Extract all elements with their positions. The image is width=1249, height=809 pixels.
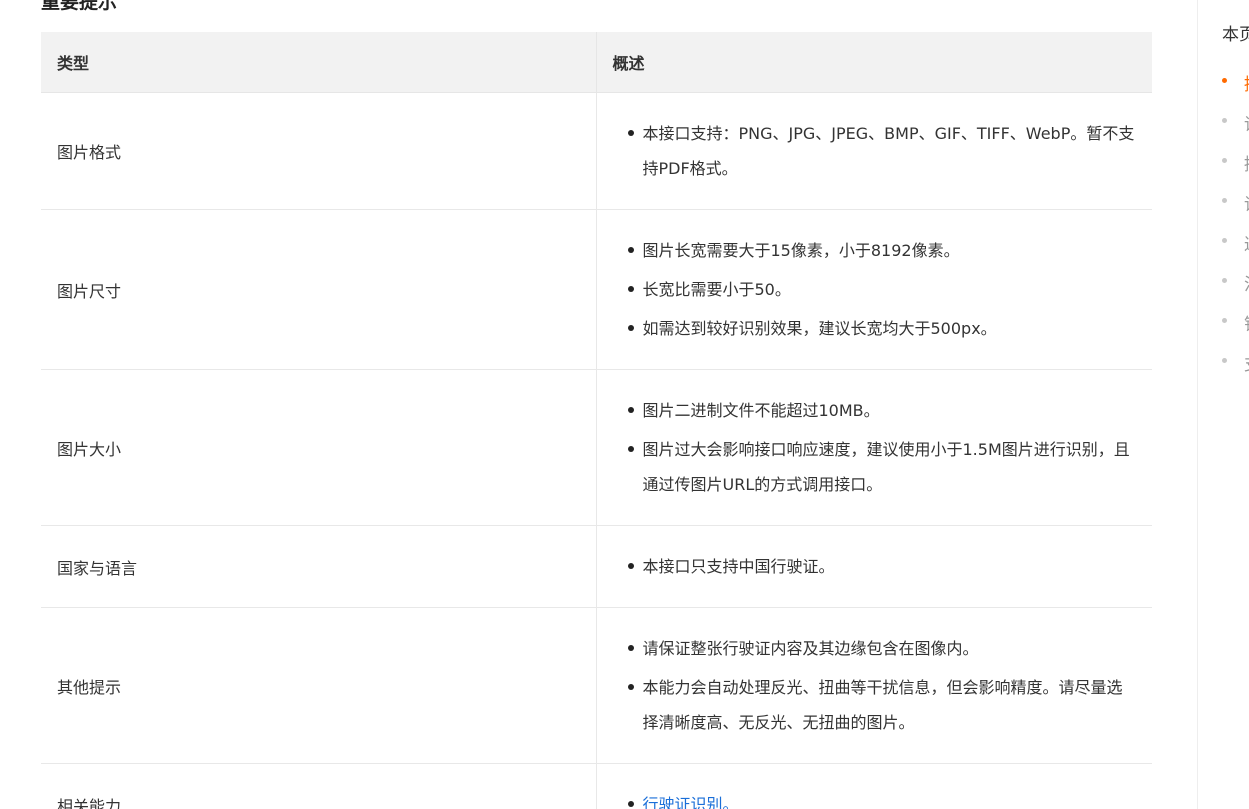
row-type: 国家与语言	[41, 525, 596, 608]
table-row: 国家与语言 本接口只支持中国行驶证。	[41, 525, 1152, 608]
toc-bullet-icon	[1222, 78, 1227, 83]
section-title: 重要提示	[41, 0, 118, 13]
table-row: 图片大小 图片二进制文件不能超过10MB。 图片过大会影响接口响应速度，建议使用…	[41, 369, 1152, 526]
toc-item[interactable]: 支	[1222, 350, 1249, 375]
row-type: 其他提示	[41, 607, 596, 764]
toc-item[interactable]: 接	[1222, 150, 1249, 175]
toc-item[interactable]: 返	[1222, 230, 1249, 255]
row-type: 图片大小	[41, 369, 596, 526]
table-row: 图片尺寸 图片长宽需要大于15像素，小于8192像素。 长宽比需要小于50。 如…	[41, 209, 1152, 370]
toc-item[interactable]: 注	[1222, 270, 1249, 295]
toc-bullet-icon	[1222, 358, 1227, 363]
toc-item[interactable]: 请	[1222, 190, 1249, 215]
row-type: 图片格式	[41, 92, 596, 210]
tips-table: 类型 概述 图片格式 本接口支持：PNG、JPG、JPEG、BMP、GIF、TI…	[41, 32, 1152, 809]
list-item: 行驶证识别。	[627, 787, 1137, 809]
list-item: 图片过大会影响接口响应速度，建议使用小于1.5M图片进行识别，且通过传图片URL…	[627, 432, 1137, 502]
table-row: 其他提示 请保证整张行驶证内容及其边缘包含在图像内。 本能力会自动处理反光、扭曲…	[41, 607, 1152, 764]
row-type: 图片尺寸	[41, 209, 596, 370]
toc-bullet-icon	[1222, 158, 1227, 163]
related-capability-link[interactable]: 行驶证识别。	[643, 795, 739, 809]
list-item: 本能力会自动处理反光、扭曲等干扰信息，但会影响精度。请尽量选择清晰度高、无反光、…	[627, 670, 1137, 740]
list-item: 本接口只支持中国行驶证。	[627, 549, 1137, 584]
toc-bullet-icon	[1222, 278, 1227, 283]
toc-item[interactable]: 请	[1222, 110, 1249, 135]
table-row: 图片格式 本接口支持：PNG、JPG、JPEG、BMP、GIF、TIFF、Web…	[41, 92, 1152, 210]
toc-bullet-icon	[1222, 198, 1227, 203]
list-item: 图片二进制文件不能超过10MB。	[627, 393, 1137, 428]
row-summary: 行驶证识别。	[595, 763, 1152, 809]
list-item: 如需达到较好识别效果，建议长宽均大于500px。	[627, 311, 1137, 346]
toc-bullet-icon	[1222, 118, 1227, 123]
toc-divider	[1197, 0, 1198, 809]
row-summary: 请保证整张行驶证内容及其边缘包含在图像内。 本能力会自动处理反光、扭曲等干扰信息…	[595, 607, 1152, 764]
doc-page: 重要提示 类型 概述 图片格式 本接口支持：PNG、JPG、JPEG、BMP、G…	[0, 0, 1249, 809]
list-item: 图片长宽需要大于15像素，小于8192像素。	[627, 233, 1137, 268]
header-summary: 概述	[595, 32, 1152, 93]
list-item: 长宽比需要小于50。	[627, 272, 1137, 307]
toc-item[interactable]: 接	[1222, 70, 1249, 95]
header-type: 类型	[41, 32, 596, 93]
toc-title: 本页	[1222, 25, 1249, 45]
toc-item[interactable]: 错	[1222, 310, 1249, 335]
toc-bullet-icon	[1222, 238, 1227, 243]
table-header-row: 类型 概述	[41, 32, 1152, 93]
list-item: 请保证整张行驶证内容及其边缘包含在图像内。	[627, 631, 1137, 666]
page-toc: 本页 接 请 接 请 返 注	[1222, 20, 1249, 375]
toc-bullet-icon	[1222, 318, 1227, 323]
row-summary: 图片长宽需要大于15像素，小于8192像素。 长宽比需要小于50。 如需达到较好…	[595, 209, 1152, 370]
row-summary: 本接口只支持中国行驶证。	[595, 525, 1152, 608]
row-summary: 本接口支持：PNG、JPG、JPEG、BMP、GIF、TIFF、WebP。暂不支…	[595, 92, 1152, 210]
row-summary: 图片二进制文件不能超过10MB。 图片过大会影响接口响应速度，建议使用小于1.5…	[595, 369, 1152, 526]
table-row: 相关能力 行驶证识别。	[41, 763, 1152, 809]
row-type: 相关能力	[41, 763, 596, 809]
list-item: 本接口支持：PNG、JPG、JPEG、BMP、GIF、TIFF、WebP。暂不支…	[627, 116, 1137, 186]
